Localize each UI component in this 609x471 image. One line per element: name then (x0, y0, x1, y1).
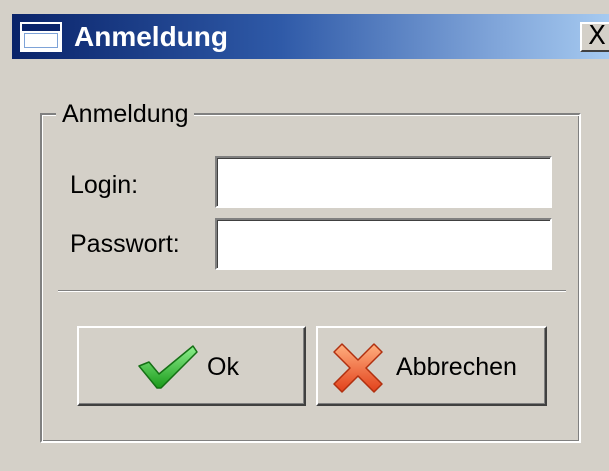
window-title: Anmeldung (74, 21, 228, 52)
cancel-button[interactable]: Abbrechen (316, 326, 547, 406)
login-field[interactable] (215, 156, 552, 208)
close-button[interactable]: X (580, 22, 609, 52)
login-label: Login: (70, 171, 139, 199)
password-field[interactable] (215, 218, 552, 270)
login-dialog: Anmeldung X Anmeldung Login: Passwort: O… (0, 0, 609, 471)
ok-label: Ok (207, 353, 239, 381)
close-icon: X (588, 21, 606, 51)
separator (58, 290, 566, 292)
groupbox-title: Anmeldung (56, 98, 195, 130)
login-input[interactable] (217, 158, 550, 206)
window-icon (20, 22, 62, 52)
password-label: Passwort: (70, 230, 180, 258)
title-bar[interactable]: Anmeldung X (12, 14, 609, 59)
checkmark-icon (138, 345, 198, 389)
cancel-label: Abbrechen (396, 353, 517, 381)
ok-button[interactable]: Ok (77, 326, 306, 406)
cross-icon (333, 343, 383, 393)
password-input[interactable] (217, 220, 550, 268)
